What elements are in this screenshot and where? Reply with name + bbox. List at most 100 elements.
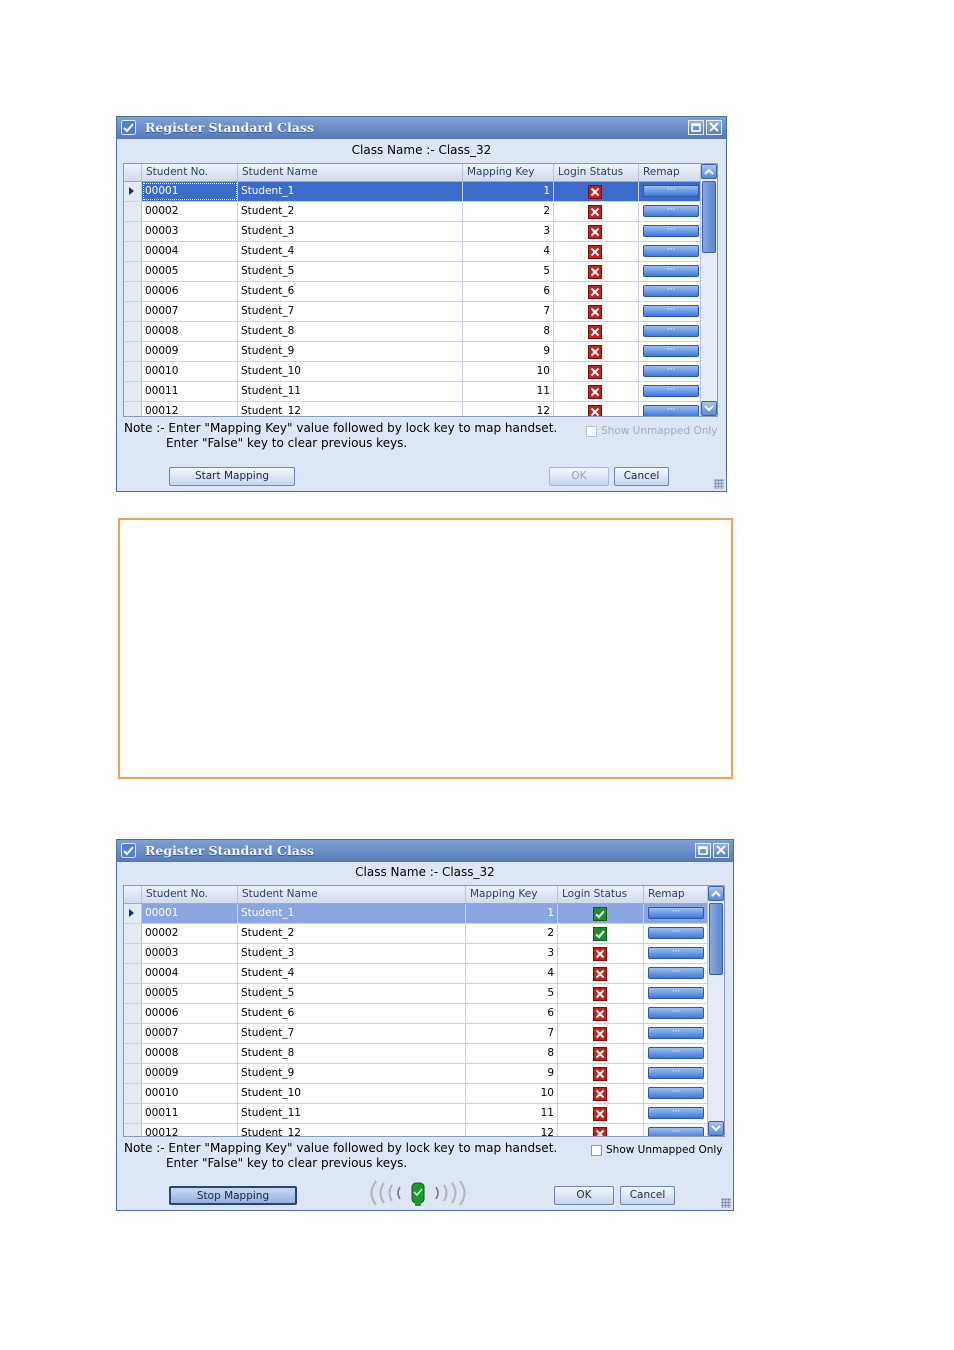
cell-mapping-key[interactable]: 11 [463,382,554,401]
cell-student-name[interactable]: Student_4 [238,242,463,261]
stop-mapping-button[interactable]: Stop Mapping [169,1186,297,1205]
cell-mapping-key[interactable]: 5 [466,984,558,1003]
cell-student-no[interactable]: 00010 [142,1084,238,1103]
table-row[interactable]: 00003 Student_3 3 ··· [124,944,709,964]
cell-mapping-key[interactable]: 1 [466,904,558,923]
cell-student-name[interactable]: Student_10 [238,1084,466,1103]
cell-student-name[interactable]: Student_4 [238,964,466,983]
col-login-status[interactable]: Login Status [558,886,644,903]
row-selector[interactable] [124,262,142,281]
table-row[interactable]: 00011 Student_11 11 ··· [124,1104,709,1124]
table-row[interactable]: 00009 Student_9 9 ··· [124,1064,709,1084]
vertical-scrollbar[interactable] [707,886,724,1136]
remap-button[interactable]: ··· [648,947,704,959]
title-bar[interactable]: Register Standard Class [117,117,726,139]
cell-student-name[interactable]: Student_12 [238,402,463,416]
remap-button[interactable]: ··· [643,225,699,237]
student-grid[interactable]: Student No. Student Name Mapping Key Log… [123,885,725,1137]
remap-button[interactable]: ··· [648,1047,704,1059]
cell-student-name[interactable]: Student_8 [238,322,463,341]
cell-student-name[interactable]: Student_8 [238,1044,466,1063]
title-bar[interactable]: Register Standard Class [117,840,733,862]
cell-mapping-key[interactable]: 8 [463,322,554,341]
cell-mapping-key[interactable]: 11 [466,1104,558,1123]
row-selector[interactable] [124,362,142,381]
remap-button[interactable]: ··· [643,285,699,297]
cell-student-name[interactable]: Student_3 [238,222,463,241]
cell-student-no[interactable]: 00012 [142,402,238,416]
cell-student-name[interactable]: Student_5 [238,984,466,1003]
remap-button[interactable]: ··· [643,405,699,416]
table-row[interactable]: 00004 Student_4 4 ··· [124,242,702,262]
remap-button[interactable]: ··· [643,345,699,357]
cell-mapping-key[interactable]: 2 [466,924,558,943]
cell-student-no[interactable]: 00011 [142,1104,238,1123]
scroll-up-button[interactable] [708,886,724,901]
table-row[interactable]: 00012 Student_12 12 ··· [124,402,702,416]
cell-mapping-key[interactable]: 3 [466,944,558,963]
cell-student-no[interactable]: 00004 [142,964,238,983]
cell-student-no[interactable]: 00006 [142,282,238,301]
col-login-status[interactable]: Login Status [554,164,639,181]
start-mapping-button[interactable]: Start Mapping [169,467,295,486]
table-row[interactable]: 00010 Student_10 10 ··· [124,362,702,382]
cell-student-name[interactable]: Student_11 [238,382,463,401]
table-row[interactable]: 00006 Student_6 6 ··· [124,282,702,302]
row-selector[interactable] [124,242,142,261]
cell-student-no[interactable]: 00008 [142,1044,238,1063]
cell-student-name[interactable]: Student_2 [238,924,466,943]
cell-mapping-key[interactable]: 3 [463,222,554,241]
close-button[interactable] [706,120,722,135]
show-unmapped-checkbox[interactable] [591,1145,602,1156]
cancel-button[interactable]: Cancel [614,467,669,486]
cell-student-no[interactable]: 00002 [142,202,238,221]
scroll-down-button[interactable] [708,1121,724,1136]
remap-button[interactable]: ··· [643,385,699,397]
table-row[interactable]: 00008 Student_8 8 ··· [124,322,702,342]
cell-mapping-key[interactable]: 10 [466,1084,558,1103]
remap-button[interactable]: ··· [648,1107,704,1119]
cell-mapping-key[interactable]: 8 [466,1044,558,1063]
cell-student-no[interactable]: 00009 [142,342,238,361]
row-selector[interactable] [124,1084,142,1103]
row-selector[interactable] [124,1024,142,1043]
remap-button[interactable]: ··· [643,305,699,317]
cell-mapping-key[interactable]: 12 [463,402,554,416]
row-selector[interactable] [124,1064,142,1083]
row-selector[interactable] [124,984,142,1003]
cell-student-no[interactable]: 00005 [142,262,238,281]
cell-student-no[interactable]: 00010 [142,362,238,381]
table-row[interactable]: 00002 Student_2 2 ··· [124,202,702,222]
row-selector[interactable] [124,382,142,401]
row-selector[interactable] [124,322,142,341]
row-selector[interactable] [124,904,142,923]
maximize-button[interactable] [688,120,704,135]
cell-student-no[interactable]: 00001 [142,182,238,201]
cell-student-no[interactable]: 00001 [142,904,238,923]
row-selector[interactable] [124,402,142,416]
col-student-no[interactable]: Student No. [142,886,238,903]
table-row[interactable]: 00008 Student_8 8 ··· [124,1044,709,1064]
cell-student-name[interactable]: Student_1 [238,182,463,201]
cell-student-no[interactable]: 00011 [142,382,238,401]
row-selector[interactable] [124,282,142,301]
remap-button[interactable]: ··· [643,265,699,277]
row-selector[interactable] [124,202,142,221]
cell-student-name[interactable]: Student_5 [238,262,463,281]
col-remap[interactable]: Remap [639,164,702,181]
cell-student-name[interactable]: Student_2 [238,202,463,221]
cell-student-no[interactable]: 00009 [142,1064,238,1083]
table-row[interactable]: 00001 Student_1 1 ··· [124,904,709,924]
scroll-thumb[interactable] [709,903,723,975]
remap-button[interactable]: ··· [643,365,699,377]
row-selector[interactable] [124,964,142,983]
cell-student-name[interactable]: Student_6 [238,282,463,301]
col-mapping-key[interactable]: Mapping Key [466,886,558,903]
cell-student-no[interactable]: 00006 [142,1004,238,1023]
cell-student-name[interactable]: Student_9 [238,1064,466,1083]
row-selector[interactable] [124,342,142,361]
table-row[interactable]: 00011 Student_11 11 ··· [124,382,702,402]
cell-mapping-key[interactable]: 10 [463,362,554,381]
remap-button[interactable]: ··· [648,1007,704,1019]
cell-student-no[interactable]: 00007 [142,302,238,321]
